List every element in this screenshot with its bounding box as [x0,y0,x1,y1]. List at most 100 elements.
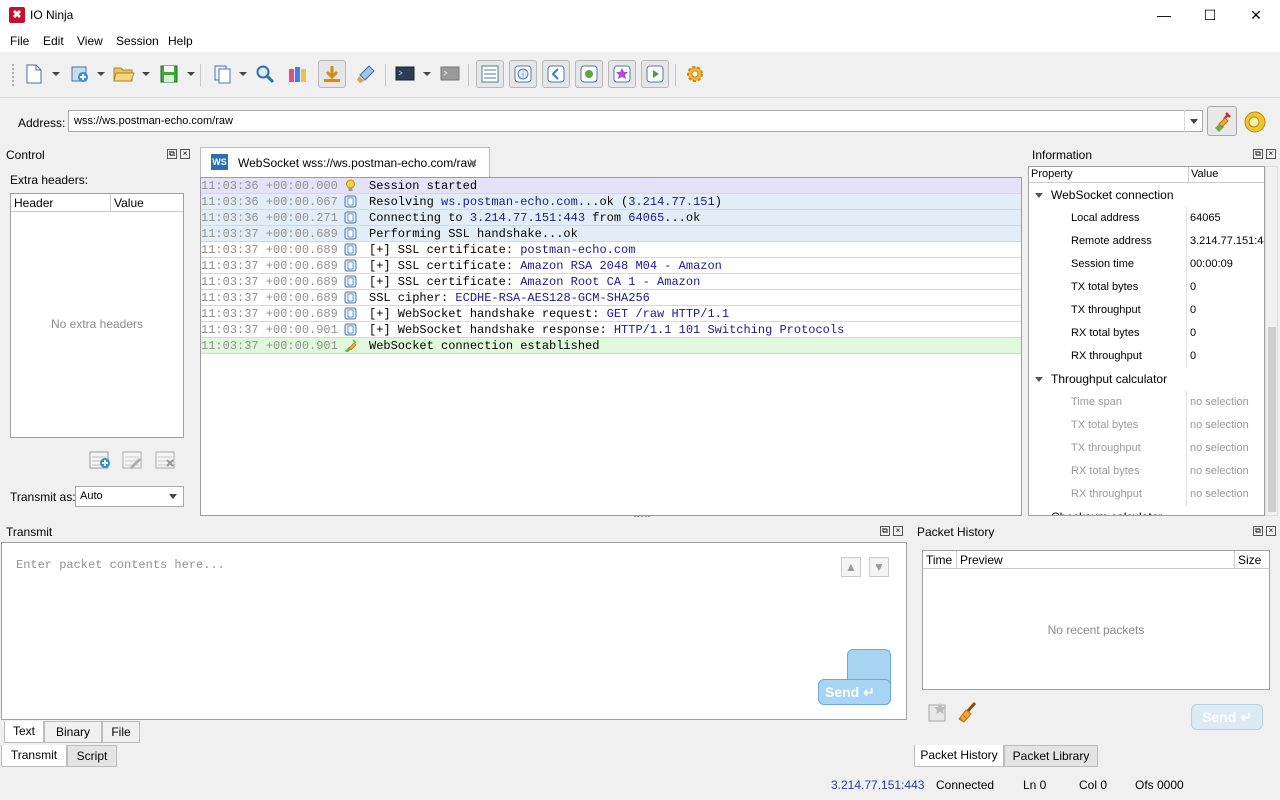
close-panel-icon[interactable]: × [1266,526,1276,536]
splitter-handle[interactable] [634,515,650,518]
save-icon[interactable] [157,62,181,86]
info-group-row[interactable]: WebSocket connection [1029,184,1264,207]
tab-file[interactable]: File [102,721,140,743]
log-row[interactable]: 11:03:37 +00:00.689 SSL cipher: ECDHE-RSA… [201,290,1021,306]
log-row[interactable]: 11:03:36 +00:00.067 Resolving ws.postman-… [201,194,1021,210]
float-panel-icon[interactable]: ⧉ [167,149,177,159]
menu-session[interactable]: Session [116,34,159,48]
scrollbar-thumb[interactable] [1268,327,1276,512]
new-plugin-icon[interactable] [68,62,92,86]
info-property-row[interactable]: RX total bytes 0 [1029,322,1264,345]
preview-column-header[interactable]: Preview [957,551,1235,569]
address-dropdown-icon[interactable] [1184,110,1203,132]
info-property-row[interactable]: RX throughput 0 [1029,345,1264,368]
float-panel-icon[interactable]: ⧉ [880,526,890,536]
settings-gear-icon[interactable] [683,62,707,86]
tab-packet-history[interactable]: Packet History [914,745,1004,767]
disconnect-button[interactable] [1207,106,1237,136]
info-property-row[interactable]: Session time 00:00:09 [1029,253,1264,276]
packet-send-button[interactable]: Send ↵ [1191,704,1263,730]
back-pane-icon[interactable] [542,60,570,88]
property-column-header[interactable]: Property [1029,167,1189,183]
float-panel-icon[interactable]: ⧉ [1253,149,1263,159]
close-button[interactable]: ✕ [1233,0,1279,30]
expand-arrow-icon[interactable] [1035,515,1043,516]
info-scrollbar[interactable] [1265,166,1278,516]
expand-arrow-icon[interactable] [1035,377,1043,382]
column-header-value[interactable]: Value [111,194,183,212]
menu-view[interactable]: View [77,34,103,48]
edit-header-icon[interactable] [122,451,144,471]
extra-headers-table[interactable]: Header Value No extra headers [10,193,184,438]
tab-binary[interactable]: Binary [44,721,102,743]
menu-file[interactable]: File [10,34,29,48]
session-tab[interactable]: WS WebSocket wss://ws.postman-echo.com/r… [200,147,490,177]
log-view-icon[interactable] [476,60,504,88]
log-row[interactable]: 11:03:37 +00:00.689 [+] SSL certificate: … [201,242,1021,258]
log-row[interactable]: 11:03:37 +00:00.901 WebSocket connection … [201,338,1021,354]
highlight-markers-icon[interactable] [286,62,310,86]
send-button[interactable]: Send ↵ [818,679,891,705]
maximize-button[interactable]: ☐ [1187,0,1233,30]
history-up-icon[interactable]: ▲ [841,557,861,577]
add-header-icon[interactable] [89,451,111,471]
minimize-button[interactable]: — [1141,0,1187,30]
copy-icon[interactable] [210,62,234,86]
tab-script[interactable]: Script [67,745,117,767]
info-property-row[interactable]: TX total bytes 0 [1029,276,1264,299]
information-grid[interactable]: Property Value WebSocket connection Local… [1028,166,1265,516]
add-to-library-icon[interactable] [927,701,949,723]
tab-text[interactable]: Text [4,721,44,743]
close-panel-icon[interactable]: × [180,149,190,159]
autoscroll-icon[interactable] [318,60,346,88]
log-row[interactable]: 11:03:36 +00:00.271 Connecting to 3.214.7… [201,210,1021,226]
terminal-icon[interactable] [393,62,417,86]
info-property-row[interactable]: RX total bytes no selection [1029,460,1264,483]
float-panel-icon[interactable]: ⧉ [1253,526,1263,536]
log-row[interactable]: 11:03:37 +00:00.901 [+] WebSocket handsha… [201,322,1021,338]
column-header-header[interactable]: Header [11,194,111,212]
address-input[interactable]: wss://ws.postman-echo.com/raw [68,110,1203,132]
close-panel-icon[interactable]: × [893,526,903,536]
info-property-row[interactable]: TX throughput 0 [1029,299,1264,322]
info-property-row[interactable]: Remote address 3.214.77.151:443 [1029,230,1264,253]
transmit-editor[interactable]: Enter packet contents here... ▲ ▼ Send ↵ [1,542,907,720]
info-pane-icon[interactable]: i [509,60,537,88]
log-row[interactable]: 11:03:36 +00:00.000 Session started [201,178,1021,194]
session-settings-icon[interactable] [1243,110,1267,134]
menu-help[interactable]: Help [168,34,193,48]
tab-packet-library[interactable]: Packet Library [1004,745,1098,767]
expand-arrow-icon[interactable] [1035,193,1043,198]
open-folder-icon[interactable] [112,62,136,86]
info-group-row[interactable]: Checksum calculator [1029,506,1264,516]
session-log[interactable]: 11:03:36 +00:00.000 Session started 11:03:… [200,177,1022,516]
size-column-header[interactable]: Size [1235,551,1269,569]
info-group-row[interactable]: Throughput calculator [1029,368,1264,391]
tab-transmit[interactable]: Transmit [1,745,67,767]
clear-history-broom-icon[interactable] [955,701,979,723]
delete-header-icon[interactable] [155,451,177,471]
log-row[interactable]: 11:03:37 +00:00.689 [+] WebSocket handsha… [201,306,1021,322]
packet-history-table[interactable]: Time Preview Size No recent packets [922,550,1270,690]
info-property-row[interactable]: TX throughput no selection [1029,437,1264,460]
close-panel-icon[interactable]: × [1266,149,1276,159]
terminal-disabled-icon[interactable] [438,62,462,86]
log-row[interactable]: 11:03:37 +00:00.689 [+] SSL certificate: … [201,258,1021,274]
clear-log-icon[interactable] [354,62,378,86]
menu-edit[interactable]: Edit [43,34,64,48]
transmit-as-select[interactable]: Auto [75,486,184,507]
log-row[interactable]: 11:03:37 +00:00.689 Performing SSL handsh… [201,226,1021,242]
value-column-header[interactable]: Value [1189,167,1264,183]
bookmark-pane-icon[interactable] [608,60,636,88]
filter-pane-icon[interactable] [575,60,603,88]
info-property-row[interactable]: TX total bytes no selection [1029,414,1264,437]
find-icon[interactable] [253,62,277,86]
history-down-icon[interactable]: ▼ [869,557,889,577]
play-pane-icon[interactable] [641,60,669,88]
info-property-row[interactable]: RX throughput no selection [1029,483,1264,506]
info-property-row[interactable]: Local address 64065 [1029,207,1264,230]
time-column-header[interactable]: Time [923,551,957,569]
new-session-icon[interactable] [22,62,46,86]
close-tab-icon[interactable]: ✕ [468,156,478,170]
log-row[interactable]: 11:03:37 +00:00.689 [+] SSL certificate: … [201,274,1021,290]
